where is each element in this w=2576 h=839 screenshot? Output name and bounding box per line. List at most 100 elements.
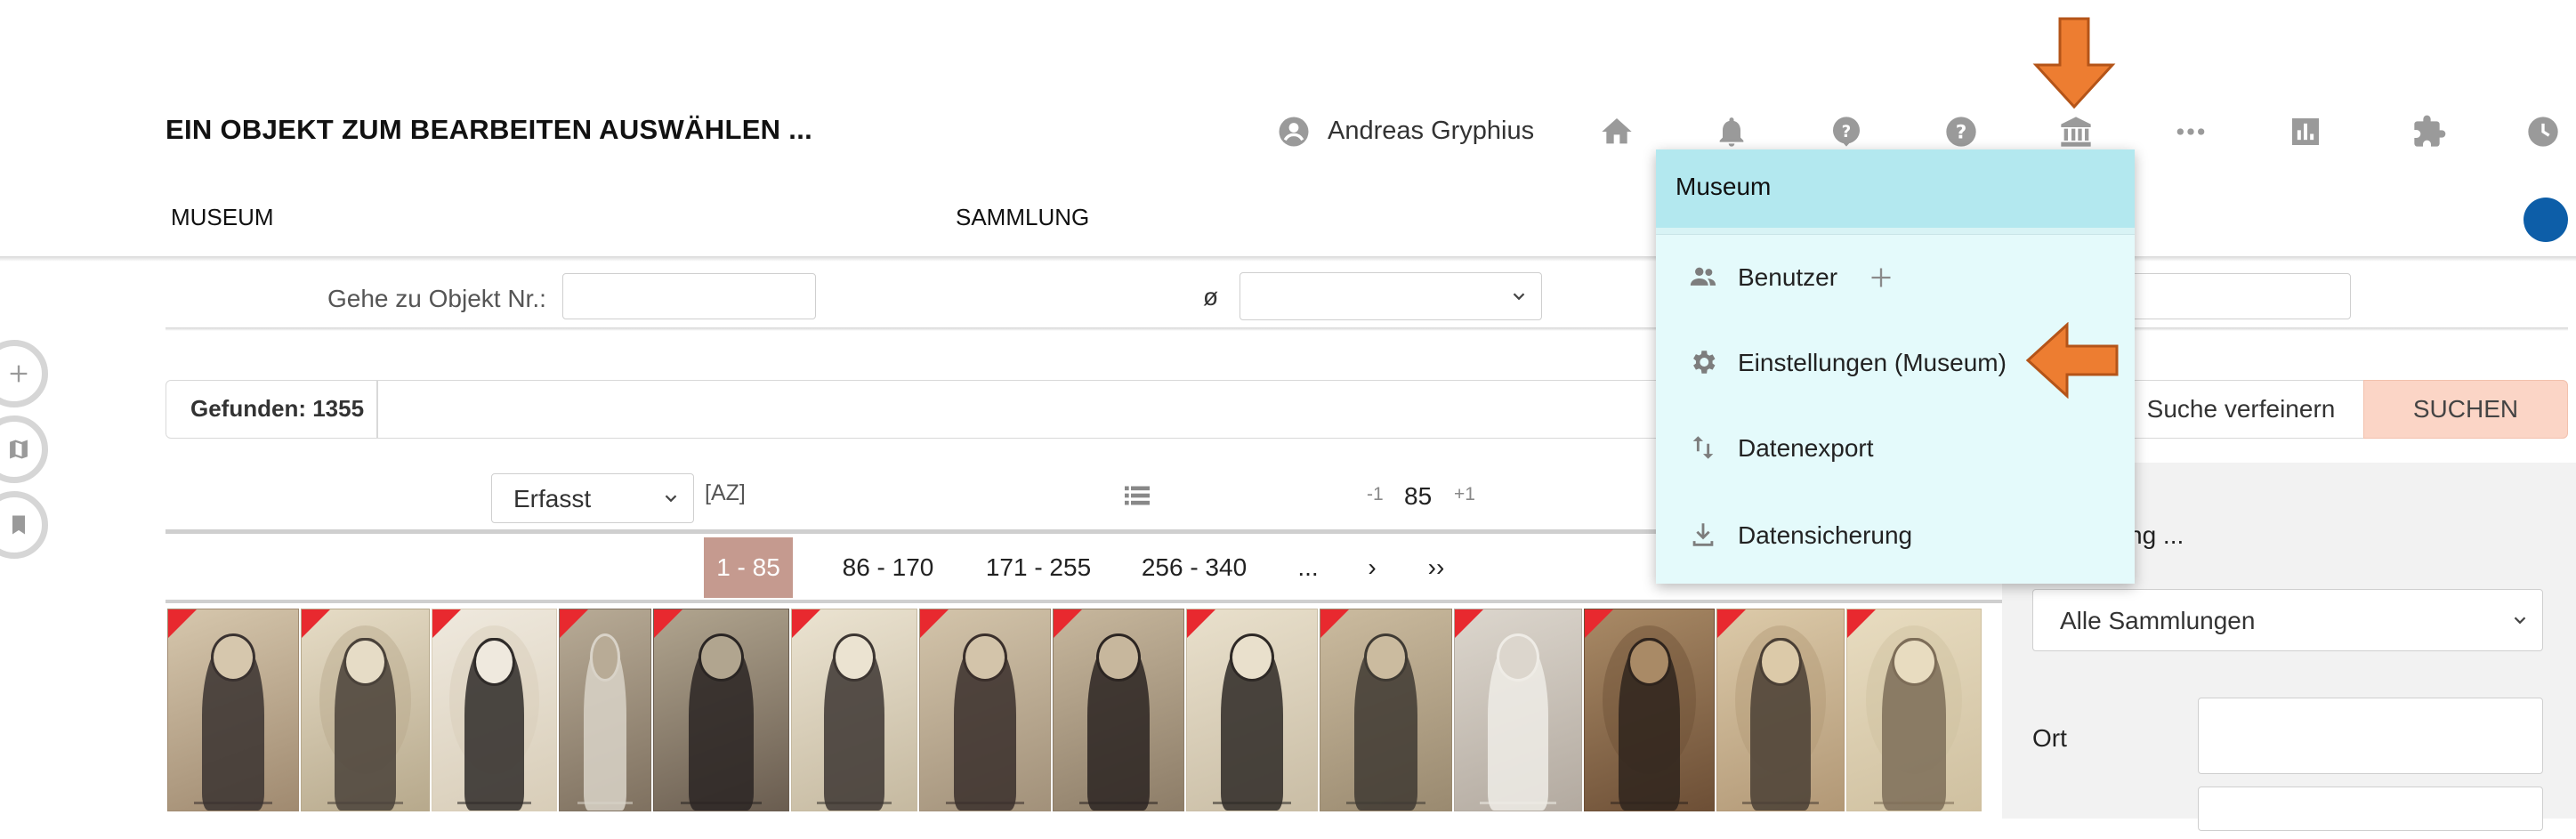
new-flag-icon [560, 609, 588, 638]
more-horizontal-icon[interactable] [2173, 114, 2209, 149]
diameter-label: ø [1203, 283, 1219, 311]
museum-icon[interactable] [2058, 114, 2094, 149]
new-flag-icon [1320, 609, 1349, 638]
filter-separator [166, 327, 2568, 331]
map-icon [10, 440, 28, 459]
new-flag-icon [1847, 609, 1876, 638]
puzzle-icon[interactable] [2411, 114, 2447, 149]
menu-item-label: Datenexport [1738, 434, 1874, 462]
object-thumbnail[interactable] [1846, 609, 1982, 811]
object-thumbnail[interactable] [1584, 609, 1715, 811]
page-size-decrease[interactable]: -1 [1367, 484, 1384, 505]
object-thumbnail[interactable] [1716, 609, 1845, 811]
menu-item-datensicherung[interactable]: Datensicherung [1656, 498, 2135, 569]
diameter-select[interactable] [1240, 272, 1542, 320]
account-circle-icon[interactable] [1278, 116, 1310, 148]
new-flag-icon [1455, 609, 1483, 638]
tab-bar-shadow [0, 256, 2576, 262]
bookmark-button[interactable] [0, 491, 48, 559]
menu-item-benutzer[interactable]: Benutzer [1656, 240, 2135, 311]
page-title: EIN OBJEKT ZUM BEARBEITEN AUSWÄHLEN ... [166, 114, 813, 145]
page-size-increase[interactable]: +1 [1454, 484, 1475, 505]
object-thumbnail[interactable] [791, 609, 917, 811]
user-name[interactable]: Andreas Gryphius [1328, 117, 1534, 146]
callout-arrow-down-icon [2032, 16, 2116, 110]
bell-icon[interactable] [1714, 114, 1749, 149]
goto-object-input[interactable] [562, 273, 816, 319]
clock-icon[interactable] [2525, 114, 2561, 149]
chevron-down-icon [665, 495, 677, 503]
new-flag-icon [1054, 609, 1082, 638]
add-user-icon[interactable] [1869, 265, 1894, 290]
found-count: Gefunden: 1355 [190, 395, 365, 422]
sort-select-value: Erfasst [513, 485, 592, 512]
gear-icon [1693, 351, 1716, 374]
new-flag-icon [1717, 609, 1746, 638]
page-range-4[interactable]: 256 - 340 [1135, 537, 1253, 598]
svg-text:?: ? [1956, 122, 1967, 144]
object-thumbnail[interactable] [432, 609, 557, 811]
swap-vertical-icon [1692, 436, 1714, 459]
page-next[interactable]: › [1356, 537, 1388, 598]
object-thumbnail[interactable] [1320, 609, 1452, 811]
page-range-3[interactable]: 171 - 255 [979, 537, 1098, 598]
object-thumbnail[interactable] [559, 609, 651, 811]
page-range-2[interactable]: 86 - 170 [831, 537, 945, 598]
new-flag-icon [920, 609, 949, 638]
object-thumbnail[interactable] [919, 609, 1051, 811]
collection-select[interactable]: Alle Sammlungen [2032, 589, 2543, 651]
people-icon [1690, 267, 1716, 286]
refine-search-button[interactable]: Suche verfeinern [2118, 380, 2364, 439]
page-range-1[interactable]: 1 - 85 [704, 537, 793, 598]
home-icon[interactable] [1599, 114, 1635, 149]
panel-heading: ng ... [2128, 521, 2184, 549]
new-flag-icon [654, 609, 682, 638]
add-button[interactable] [0, 340, 48, 407]
status-dot[interactable] [2524, 198, 2568, 242]
filter-input-right[interactable] [2118, 273, 2351, 319]
new-flag-icon [302, 609, 330, 638]
goto-object-label: Gehe zu Objekt Nr.: [327, 285, 546, 312]
map-button[interactable] [0, 415, 48, 483]
menu-item-label: Benutzer [1738, 263, 1838, 291]
plus-icon [10, 365, 28, 383]
sort-az-icon[interactable]: [AZ] [705, 480, 746, 506]
tab-museum[interactable]: MUSEUM [171, 204, 274, 231]
menu-title: Museum [1676, 173, 1772, 200]
object-thumbnail[interactable] [653, 609, 789, 811]
object-thumbnail[interactable] [301, 609, 430, 811]
download-icon [1692, 523, 1714, 546]
menu-item-label: Datensicherung [1738, 521, 1913, 549]
sort-select[interactable]: Erfasst [491, 473, 694, 523]
bookmark-icon [12, 515, 25, 535]
help-bubble-icon[interactable]: ? [1829, 114, 1864, 149]
object-thumbnail[interactable] [1053, 609, 1184, 811]
menu-header: Museum [1656, 149, 2135, 228]
page-ellipsis[interactable]: ... [1288, 537, 1328, 598]
tab-sammlung[interactable]: SAMMLUNG [956, 204, 1089, 231]
menu-item-datenexport[interactable]: Datenexport [1656, 411, 2135, 482]
search-button[interactable]: SUCHEN [2363, 380, 2568, 439]
pagination-separator [166, 600, 2007, 603]
list-view-icon[interactable] [1125, 485, 1150, 506]
new-flag-icon [1187, 609, 1215, 638]
page-last[interactable]: ›› [1417, 537, 1456, 598]
page-size-value: 85 [1404, 482, 1433, 510]
ort-input[interactable] [2198, 698, 2543, 774]
bar-chart-icon[interactable] [2288, 114, 2323, 149]
collection-select-value: Alle Sammlungen [2060, 607, 2256, 634]
object-thumbnail[interactable] [1186, 609, 1318, 811]
help-circle-icon[interactable]: ? [1943, 114, 1979, 149]
new-flag-icon [168, 609, 197, 638]
ort-input-secondary[interactable] [2198, 787, 2543, 831]
new-flag-icon [1585, 609, 1613, 638]
search-bar-divider [376, 381, 378, 438]
new-flag-icon [432, 609, 461, 638]
menu-item-label: Einstellungen (Museum) [1738, 349, 2007, 376]
chevron-down-icon [1513, 293, 1525, 301]
ort-label: Ort [2032, 724, 2067, 752]
object-thumbnail[interactable] [167, 609, 299, 811]
callout-arrow-left-icon [2025, 321, 2120, 399]
object-thumbnail[interactable] [1454, 609, 1582, 811]
chevron-down-icon [2514, 617, 2526, 625]
